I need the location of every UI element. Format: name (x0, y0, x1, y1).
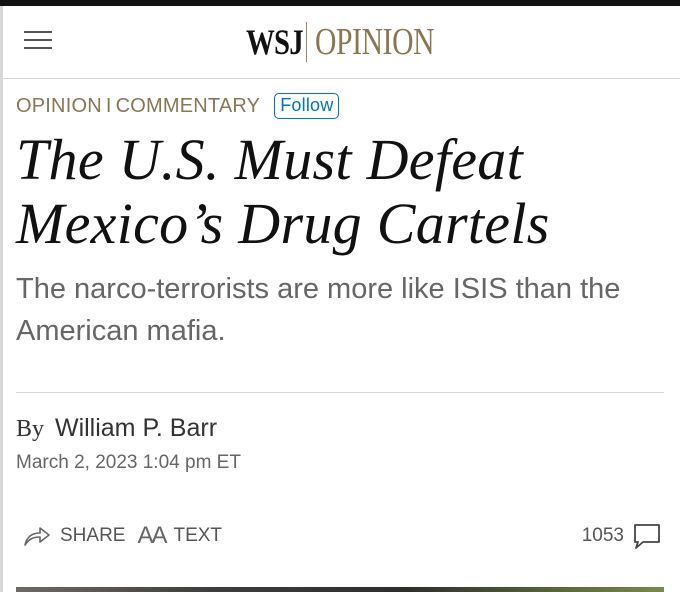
logo-section: OPINION (315, 21, 435, 63)
text-label: TEXT (173, 525, 223, 546)
share-arrow-icon (24, 527, 50, 546)
lead-image (16, 587, 664, 592)
comments-button[interactable]: 1053 (582, 520, 662, 552)
comment-bubble-icon (634, 524, 660, 549)
divider (16, 392, 664, 393)
byline-prefix: By (16, 416, 45, 442)
byline: By William P. Barr (16, 414, 217, 443)
category-link[interactable]: COMMENTARY (116, 95, 261, 118)
text-size-button[interactable]: AA TEXT (137, 522, 222, 550)
follow-button[interactable]: Follow (274, 93, 340, 119)
comment-count: 1053 (581, 525, 624, 546)
share-button[interactable]: SHARE (22, 524, 125, 548)
section-link[interactable]: OPINION (16, 95, 102, 118)
article-tools: SHARE AA TEXT (22, 520, 222, 552)
hamburger-menu-icon[interactable] (24, 28, 52, 52)
wsj-opinion-logo[interactable]: WSJ OPINION (246, 20, 468, 64)
logo-brand: WSJ (246, 22, 304, 62)
logo-divider (306, 22, 307, 62)
author-link[interactable]: William P. Barr (55, 414, 217, 442)
article-dek: The narco-terrorists are more like ISIS … (16, 273, 621, 347)
left-edge-border (0, 6, 3, 592)
section-breadcrumb: OPINION I COMMENTARY Follow (16, 92, 340, 120)
publish-date: March 2, 2023 1:04 pm ET (16, 452, 241, 473)
masthead: WSJ OPINION (0, 6, 680, 79)
share-label: SHARE (60, 525, 126, 546)
text-size-icon: AA (137, 522, 167, 549)
article-headline: The U.S. Must Defeat Mexico’s Drug Carte… (16, 127, 550, 256)
section-separator: I (105, 94, 112, 117)
